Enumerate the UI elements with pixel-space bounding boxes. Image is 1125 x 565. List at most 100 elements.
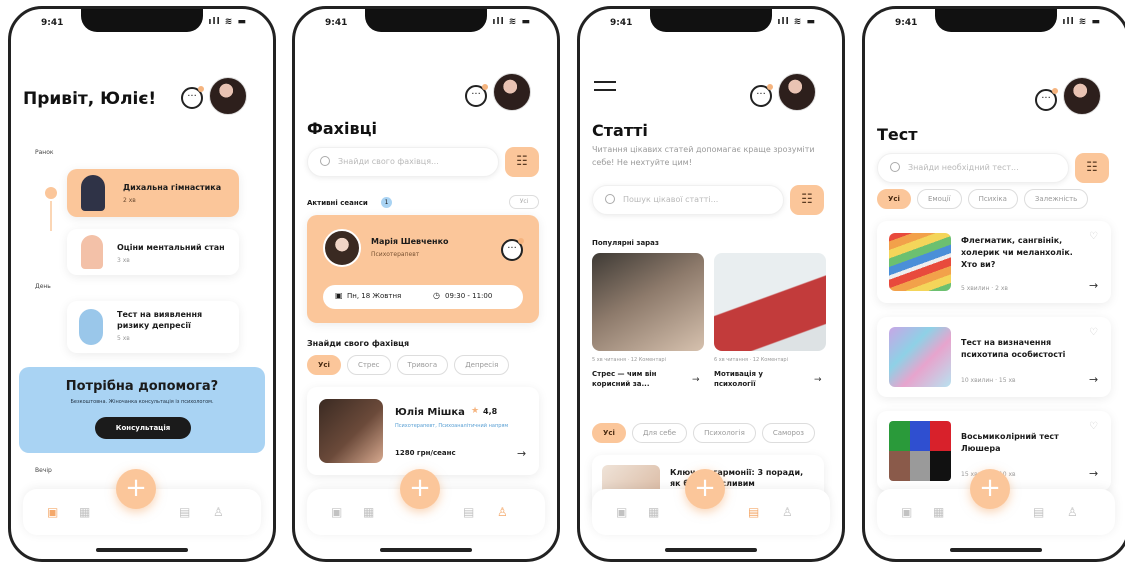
user-icon[interactable]: ♙ [1067,505,1078,519]
chip-depression[interactable]: Депресія [454,355,510,375]
color-swatch [889,451,910,481]
popular-label: Популярні зараз [592,239,659,247]
heart-icon[interactable]: ♡ [1089,421,1098,432]
color-swatch [889,421,910,451]
notes-icon[interactable]: ▤ [1033,505,1044,519]
activity-card-breathing[interactable]: Дихальна гімнастика 2 хв [67,169,239,217]
session-card[interactable]: Марія Шевченко Психотерапевт ··· ▣ Пн, 1… [307,215,539,323]
chip-psychology[interactable]: Психологія [693,423,756,443]
specialist-name: Юлія Мішка [395,407,465,418]
article-image [714,253,826,351]
user-icon[interactable]: ♙ [497,505,508,519]
chip-all[interactable]: Усі [877,189,911,209]
system-icons: ıll ≋ ▬ [208,17,247,27]
arrow-right-icon[interactable]: → [692,375,700,385]
chip-self[interactable]: Самороз [761,423,816,443]
avatar[interactable] [493,73,531,111]
grid-icon[interactable]: ▦ [79,505,90,519]
timeline-line [50,201,52,231]
chip-all[interactable]: Усі [592,423,626,443]
test-meta: 10 хвилин · 15 хв [961,377,1016,384]
page-title: Статті [592,121,648,140]
heart-icon[interactable]: ♡ [1089,327,1098,338]
notes-icon[interactable]: ▤ [463,505,474,519]
arrow-right-icon[interactable]: → [1089,279,1098,292]
activity-card-depression-test[interactable]: Тест на виявлення ризику депресії 5 хв [67,301,239,353]
chip-addiction[interactable]: Залежність [1023,189,1089,209]
article-image [592,253,704,351]
home-indicator [96,548,188,552]
chat-icon[interactable]: ··· [750,84,773,107]
add-button[interactable]: + [116,469,156,509]
specialist-card[interactable]: Юлія Мішка ★ 4,8 Психотерапевт, Психоана… [307,387,539,475]
see-all-chip[interactable]: Усі [509,195,539,209]
filter-icon[interactable]: ☷ [790,185,824,215]
search-input[interactable]: Знайди необхідний тест... [877,153,1069,183]
add-button[interactable]: + [400,469,440,509]
test-card[interactable]: Флегматик, сангвінік, холерик чи меланхо… [877,221,1111,303]
consultation-button[interactable]: Консультація [95,417,191,439]
calendar-icon[interactable]: ▣ [47,505,58,519]
help-banner: Потрібна допомога? Безкоштовна. Жіночанк… [19,367,265,453]
activity-meta: 3 хв [117,257,130,264]
notes-icon[interactable]: ▤ [748,505,759,519]
add-button[interactable]: + [685,469,725,509]
chip-all[interactable]: Усі [307,355,341,375]
timeline-dot [45,187,57,199]
specialist-price: 1280 грн/сеанс [395,449,456,457]
popular-article-2[interactable]: 6 хв читання · 12 Коментарі Мотивація у … [714,253,826,403]
chat-icon[interactable]: ··· [1035,88,1058,111]
calendar-icon[interactable]: ▣ [331,505,342,519]
chip-for-self[interactable]: Для себе [631,423,688,443]
calendar-icon[interactable]: ▣ [901,505,912,519]
avatar[interactable] [778,73,816,111]
popular-article-1[interactable]: 5 хв читання · 12 Коментарі Стрес — чим … [592,253,704,403]
chip-anxiety[interactable]: Тривога [396,355,449,375]
status-time: 9:41 [325,18,348,28]
grid-icon[interactable]: ▦ [363,505,374,519]
grid-icon[interactable]: ▦ [933,505,944,519]
specialist-rating: 4,8 [483,407,498,416]
activity-meta: 2 хв [123,197,136,204]
home-indicator [380,548,472,552]
article-title: Стрес — чим він корисний за... [592,370,657,388]
user-icon[interactable]: ♙ [213,505,224,519]
notes-icon[interactable]: ▤ [179,505,190,519]
chat-icon[interactable]: ··· [181,86,204,109]
status-time: 9:41 [610,18,633,28]
chip-psyche[interactable]: Психіка [967,189,1018,209]
system-icons: ıll ≋ ▬ [777,17,816,27]
chat-icon[interactable]: ··· [465,84,488,107]
filter-icon[interactable]: ☷ [1075,153,1109,183]
arrow-right-icon[interactable]: → [1089,373,1098,386]
star-icon: ★ [471,406,480,416]
arrow-right-icon[interactable]: → [814,375,822,385]
activity-title: Дихальна гімнастика [123,183,222,192]
color-swatch [909,421,931,451]
session-date: Пн, 18 Жовтня [347,292,402,300]
filter-icon[interactable]: ☷ [505,147,539,177]
grid-icon[interactable]: ▦ [648,505,659,519]
avatar[interactable] [209,77,247,115]
page-subtitle: Читання цікавих статей допомагає краще з… [592,145,815,167]
search-input[interactable]: Знайди свого фахівця... [307,147,499,177]
search-input[interactable]: Пошук цікавої статті... [592,185,784,215]
arrow-right-icon[interactable]: → [1089,467,1098,480]
chip-stress[interactable]: Стрес [346,355,391,375]
chat-icon[interactable]: ··· [501,238,524,261]
arrow-right-icon[interactable]: → [517,447,526,460]
test-image [889,327,951,387]
chip-emotions[interactable]: Емоції [916,189,962,209]
greeting-title: Привіт, Юліє! [23,89,157,109]
calendar-icon[interactable]: ▣ [616,505,627,519]
avatar[interactable] [1063,77,1101,115]
activity-card-mental[interactable]: Оціни ментальний стан 3 хв [67,229,239,275]
heart-icon[interactable]: ♡ [1089,231,1098,242]
menu-icon[interactable] [594,81,616,91]
add-button[interactable]: + [970,469,1010,509]
test-card[interactable]: Тест на визначення психотипа особистості… [877,317,1111,397]
category-chips: Усі Для себе Психологія Самороз [592,423,816,443]
user-icon[interactable]: ♙ [782,505,793,519]
notch [935,9,1057,32]
clock-icon: ◷ [433,291,440,300]
